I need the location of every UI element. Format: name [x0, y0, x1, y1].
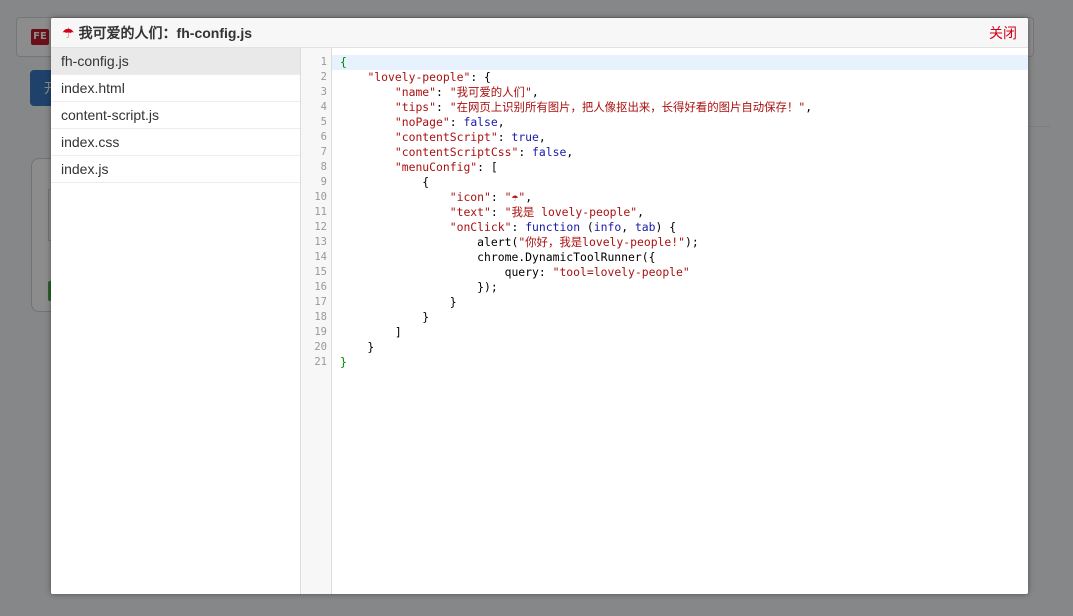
code-line[interactable]: 14 chrome.DynamicToolRunner({ — [314, 250, 1028, 265]
code-content[interactable]: 1{2 "lovely-people": {3 "name": "我可爱的人们"… — [314, 55, 1028, 370]
line-number: 11 — [314, 206, 327, 218]
modal-header: ☂ 我可爱的人们：fh-config.js 关闭 — [51, 18, 1028, 48]
code-line[interactable]: 17 } — [314, 295, 1028, 310]
code-text: "noPage": false, — [394, 115, 505, 129]
code-text: "name": "我可爱的人们", — [394, 85, 539, 99]
code-text: } — [340, 340, 375, 354]
code-line[interactable]: 8 "menuConfig": [ — [321, 160, 1028, 175]
code-line[interactable]: 12 "onClick": function (info, tab) { — [314, 220, 1028, 235]
code-text: alert("你好，我是lovely-people!"); — [340, 235, 699, 249]
code-text: "text": "我是 lovely-people", — [449, 205, 644, 219]
code-line[interactable]: 10 "icon": "☂", — [314, 190, 1028, 205]
file-item[interactable]: fh-config.js — [51, 48, 300, 75]
code-text: "tips": "在网页上识别所有图片，把人像抠出来，长得好看的图片自动保存！"… — [394, 100, 813, 114]
code-text: "onClick": function (info, tab) { — [449, 220, 677, 234]
code-line[interactable]: 20 } — [314, 340, 1028, 355]
line-number: 13 — [314, 236, 327, 248]
line-number: 12 — [314, 221, 327, 233]
line-number: 2 — [320, 71, 327, 83]
file-viewer-modal: ☂ 我可爱的人们：fh-config.js 关闭 fh-config.js inde… — [51, 18, 1028, 594]
code-text: "contentScriptCss": false, — [394, 145, 574, 159]
code-line[interactable]: 1{ — [321, 55, 1028, 70]
modal-title: ☂ 我可爱的人们：fh-config.js — [62, 18, 252, 49]
line-number: 17 — [314, 296, 327, 308]
code-line[interactable]: 4 "tips": "在网页上识别所有图片，把人像抠出来，长得好看的图片自动保存… — [321, 100, 1028, 115]
line-number: 6 — [320, 131, 327, 143]
file-item[interactable]: index.html — [51, 75, 300, 102]
line-number: 1 — [320, 56, 327, 68]
close-button[interactable]: 关闭 — [989, 18, 1017, 48]
umbrella-icon: ☂ — [62, 26, 75, 42]
code-text: }); — [340, 280, 498, 294]
line-number: 8 — [320, 161, 327, 173]
code-line[interactable]: 11 "text": "我是 lovely-people", — [314, 205, 1028, 220]
line-number: 3 — [320, 86, 327, 98]
file-item[interactable]: index.css — [51, 129, 300, 156]
line-number: 21 — [314, 356, 327, 368]
code-text: { — [340, 175, 430, 189]
line-number: 9 — [320, 176, 327, 188]
line-number: 14 — [314, 251, 327, 263]
line-number: 4 — [320, 101, 327, 113]
code-text: } — [340, 295, 457, 309]
modal-title-text: 我可爱的人们：fh-config.js — [78, 25, 252, 41]
code-line[interactable]: 7 "contentScriptCss": false, — [321, 145, 1028, 160]
code-editor[interactable]: 1{2 "lovely-people": {3 "name": "我可爱的人们"… — [301, 48, 1028, 594]
line-number: 20 — [314, 341, 327, 353]
code-line[interactable]: 21} — [314, 355, 1028, 370]
line-number: 16 — [314, 281, 327, 293]
code-line[interactable]: 18 } — [314, 310, 1028, 325]
code-line[interactable]: 19 ] — [314, 325, 1028, 340]
code-text: chrome.DynamicToolRunner({ — [340, 250, 656, 264]
line-number: 15 — [314, 266, 327, 278]
code-text: query: "tool=lovely-people" — [340, 265, 690, 279]
line-number: 18 — [314, 311, 327, 323]
code-text: } — [340, 310, 430, 324]
line-number: 10 — [314, 191, 327, 203]
code-text: "contentScript": true, — [394, 130, 546, 144]
code-line[interactable]: 2 "lovely-people": { — [321, 70, 1028, 85]
code-line[interactable]: 13 alert("你好，我是lovely-people!"); — [314, 235, 1028, 250]
line-number: 19 — [314, 326, 327, 338]
line-number: 7 — [320, 146, 327, 158]
code-line[interactable]: 6 "contentScript": true, — [321, 130, 1028, 145]
code-text: "icon": "☂", — [449, 190, 533, 204]
line-number: 5 — [320, 116, 327, 128]
file-item[interactable]: content-script.js — [51, 102, 300, 129]
file-list: fh-config.js index.html content-script.js i… — [51, 48, 301, 594]
code-line[interactable]: 5 "noPage": false, — [321, 115, 1028, 130]
code-text: "menuConfig": [ — [394, 160, 498, 174]
file-item[interactable]: index.js — [51, 156, 300, 183]
code-text: } — [340, 355, 347, 369]
code-line[interactable]: 9 { — [321, 175, 1028, 190]
code-line[interactable]: 16 }); — [314, 280, 1028, 295]
code-line[interactable]: 3 "name": "我可爱的人们", — [321, 85, 1028, 100]
code-text: { — [340, 55, 347, 69]
code-text: "lovely-people": { — [367, 70, 491, 84]
code-text: ] — [340, 325, 402, 339]
code-line[interactable]: 15 query: "tool=lovely-people" — [314, 265, 1028, 280]
